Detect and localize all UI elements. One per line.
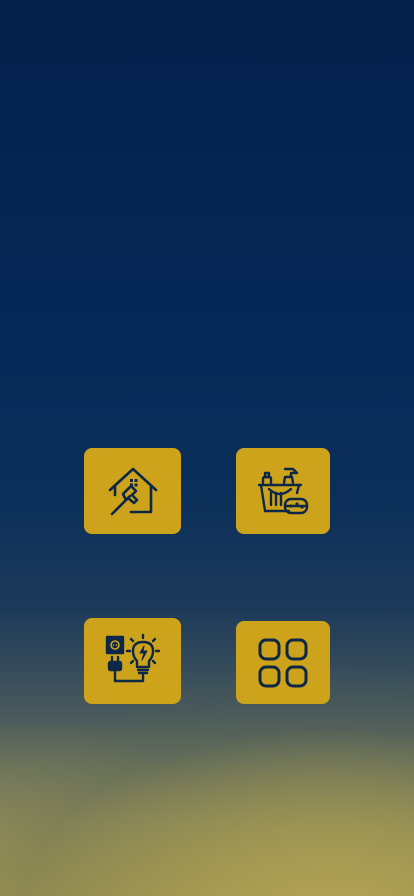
grid-icon xyxy=(258,638,308,687)
home-repair-tile[interactable] xyxy=(84,448,181,534)
plug-lightbulb-icon xyxy=(105,633,160,683)
cleaning-supplies-icon xyxy=(257,467,309,515)
electrical-tile[interactable] xyxy=(84,618,181,704)
house-hammer-icon xyxy=(108,467,157,516)
more-services-tile[interactable] xyxy=(236,621,330,704)
home-screen xyxy=(0,0,414,896)
cleaning-tile[interactable] xyxy=(236,448,330,534)
